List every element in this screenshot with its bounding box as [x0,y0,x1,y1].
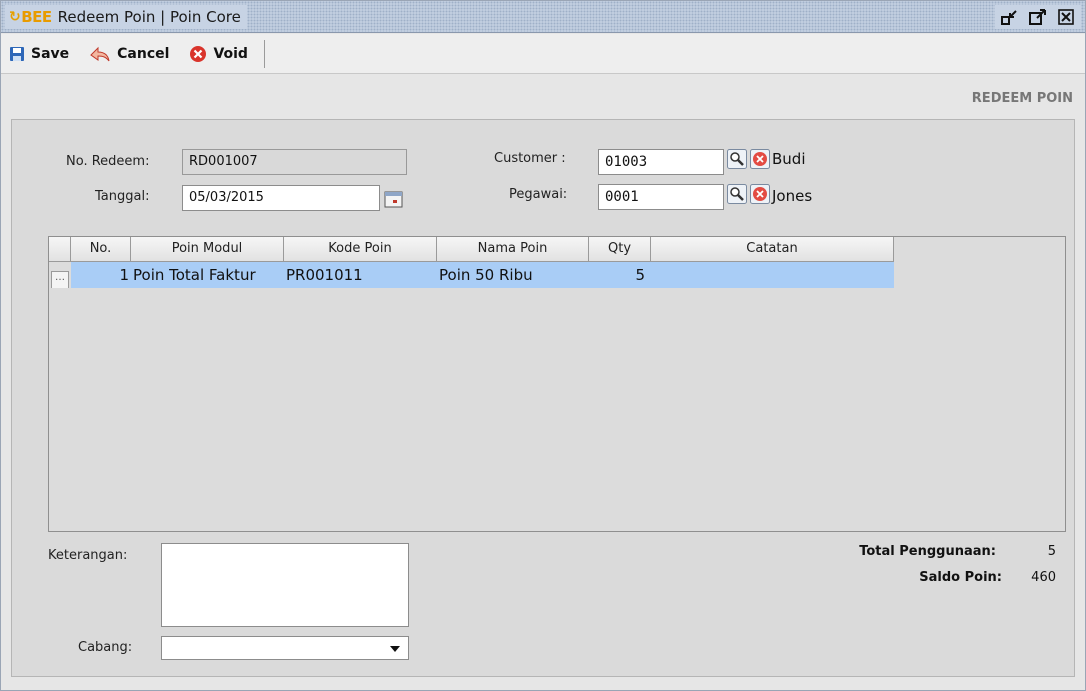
table-row[interactable]: … 1 Poin Total Faktur PR001011 Poin 50 R… [49,262,894,288]
page-title: REDEEM POIN [971,91,1073,106]
column-header-poin-modul[interactable]: Poin Modul [131,237,284,262]
row-expand-button[interactable]: … [51,271,69,288]
customer-code-field[interactable]: 01003 [598,149,724,175]
title-group: ↻ BEE Redeem Poin | Poin Core [5,5,247,29]
redeem-items-table[interactable]: No. Poin Modul Kode Poin Nama Poin Qty C… [48,236,1066,532]
no-redeem-label: No. Redeem: [66,154,150,169]
cell-kode-poin: PR001011 [284,262,437,288]
form-panel: No. Redeem: RD001007 Tanggal: 05/03/2015… [11,119,1075,677]
column-header-nama-poin[interactable]: Nama Poin [437,237,589,262]
saldo-poin-value: 460 [1031,570,1056,585]
total-penggunaan-label: Total Penggunaan: [859,544,996,559]
keterangan-textarea[interactable] [161,543,409,627]
toolbar: Save Cancel Void [1,34,1085,74]
saldo-poin-label: Saldo Poin: [919,570,1002,585]
customer-clear-icon[interactable] [750,149,770,169]
cell-no: 1 [71,262,131,288]
column-header-kode-poin[interactable]: Kode Poin [284,237,437,262]
pegawai-code-field[interactable]: 0001 [598,184,724,210]
row-selector-header [49,237,71,262]
cabang-label: Cabang: [78,640,133,655]
calendar-icon[interactable] [384,189,404,209]
save-label: Save [31,46,70,62]
redeem-poin-window: ↻ BEE Redeem Poin | Poin Core Save Cance… [0,0,1086,691]
cancel-label: Cancel [117,46,170,62]
tanggal-field[interactable]: 05/03/2015 [182,185,380,211]
column-header-catatan[interactable]: Catatan [651,237,894,262]
column-header-no[interactable]: No. [71,237,131,262]
void-button[interactable]: Void [189,45,248,63]
cell-nama-poin: Poin 50 Ribu [437,262,589,288]
undo-arrow-icon [89,46,111,62]
table-header: No. Poin Modul Kode Poin Nama Poin Qty C… [49,237,894,262]
maximize-icon[interactable] [1029,8,1047,26]
title-bar: ↻ BEE Redeem Poin | Poin Core [1,1,1085,33]
column-header-qty[interactable]: Qty [589,237,651,262]
customer-label: Customer : [494,151,566,166]
chevron-down-icon [390,646,400,652]
pegawai-search-icon[interactable] [727,184,747,204]
customer-search-icon[interactable] [727,149,747,169]
bee-logo: ↻ BEE [9,8,52,26]
tanggal-label: Tanggal: [95,189,150,204]
keterangan-label: Keterangan: [48,548,128,563]
cell-qty: 5 [589,262,651,288]
cell-poin-modul: Poin Total Faktur [131,262,284,288]
cabang-select[interactable] [161,636,409,660]
close-icon[interactable] [1057,8,1075,26]
total-penggunaan-value: 5 [1047,544,1056,559]
cell-catatan[interactable] [651,262,894,288]
floppy-disk-icon [9,46,25,62]
no-redeem-field: RD001007 [182,149,407,175]
void-icon [189,45,207,63]
window-controls [995,5,1081,29]
toolbar-actions: Save Cancel Void [5,40,265,68]
customer-name: Budi [772,150,806,168]
save-button[interactable]: Save [9,46,69,62]
minimize-icon[interactable] [1001,8,1019,26]
pegawai-clear-icon[interactable] [750,184,770,204]
row-handle-cell: … [49,262,71,288]
void-label: Void [213,46,248,62]
window-title: Redeem Poin | Poin Core [57,8,241,26]
cancel-button[interactable]: Cancel [89,46,169,62]
pegawai-label: Pegawai: [509,187,568,202]
pegawai-name: Jones [772,187,813,205]
